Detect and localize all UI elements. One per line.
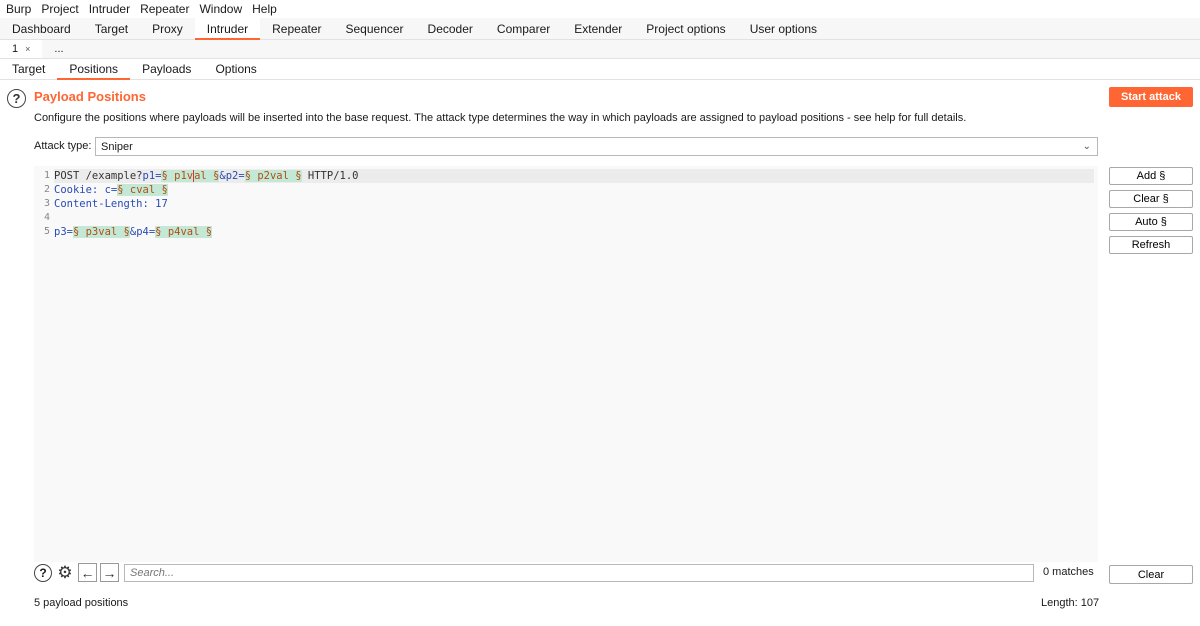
refresh-button[interactable]: Refresh bbox=[1109, 236, 1193, 254]
help-icon[interactable]: ? bbox=[7, 89, 26, 108]
header-name: Cookie: bbox=[54, 184, 105, 196]
menu-project[interactable]: Project bbox=[41, 2, 78, 16]
tab-decoder[interactable]: Decoder bbox=[416, 18, 485, 39]
menu-burp[interactable]: Burp bbox=[6, 2, 31, 16]
menu-window[interactable]: Window bbox=[199, 2, 242, 16]
payload-marker: § p4val § bbox=[155, 226, 213, 238]
attack-type-select[interactable]: Sniper ⌄ bbox=[95, 137, 1098, 156]
request-text[interactable]: POST /example?p1=§ p1val §&p2=§ p2val § … bbox=[54, 169, 1094, 239]
menu-help[interactable]: Help bbox=[252, 2, 277, 16]
request-line: p3=§ p3val §&p4=§ p4val § bbox=[54, 225, 1094, 239]
menu-bar: Burp Project Intruder Repeater Window He… bbox=[0, 0, 1200, 18]
line-number: 3 bbox=[43, 198, 50, 209]
param-name: p1= bbox=[142, 170, 162, 182]
request-method-path: POST /example? bbox=[54, 170, 143, 182]
clear-search-button[interactable]: Clear bbox=[1109, 565, 1193, 584]
request-line: Cookie: c=§ cval § bbox=[54, 183, 1094, 197]
attack-type-label: Attack type: bbox=[34, 140, 92, 152]
search-input[interactable] bbox=[124, 564, 1034, 582]
arrow-left-icon[interactable]: ← bbox=[78, 563, 97, 582]
request-line: POST /example?p1=§ p1val §&p2=§ p2val § … bbox=[54, 169, 1094, 183]
intruder-sub-tab-bar: Target Positions Payloads Options bbox=[0, 59, 1200, 80]
tab-target[interactable]: Target bbox=[83, 18, 140, 39]
tab-proxy[interactable]: Proxy bbox=[140, 18, 195, 39]
line-number: 4 bbox=[43, 212, 50, 223]
start-attack-button[interactable]: Start attack bbox=[1109, 87, 1193, 107]
help-icon[interactable]: ? bbox=[34, 564, 52, 582]
http-version: HTTP/1.0 bbox=[301, 170, 359, 182]
tab-dashboard[interactable]: Dashboard bbox=[0, 18, 83, 39]
attack-type-value: Sniper bbox=[101, 140, 133, 153]
attack-tab-bar: 1 × ... bbox=[0, 40, 1200, 59]
auto-markers-button[interactable]: Auto § bbox=[1109, 213, 1193, 231]
header-line: Content-Length: 17 bbox=[54, 198, 168, 210]
line-number: 5 bbox=[43, 226, 50, 237]
menu-intruder[interactable]: Intruder bbox=[89, 2, 130, 16]
add-marker-button[interactable]: Add § bbox=[1109, 167, 1193, 185]
main-tab-bar: Dashboard Target Proxy Intruder Repeater… bbox=[0, 18, 1200, 40]
payload-marker: § p2val § bbox=[244, 170, 302, 182]
tab-intruder[interactable]: Intruder bbox=[194, 18, 261, 40]
arrow-right-icon[interactable]: → bbox=[100, 563, 119, 582]
tab-sequencer[interactable]: Sequencer bbox=[334, 18, 416, 39]
tab-user-options[interactable]: User options bbox=[738, 18, 829, 39]
subtab-target[interactable]: Target bbox=[0, 59, 57, 79]
payload-marker: § p1v bbox=[161, 170, 194, 182]
attack-tab-label: 1 bbox=[12, 43, 19, 55]
chevron-down-icon: ⌄ bbox=[1082, 141, 1091, 152]
payload-positions-count: 5 payload positions bbox=[34, 597, 129, 609]
match-count: 0 matches bbox=[1043, 566, 1094, 578]
tab-extender[interactable]: Extender bbox=[562, 18, 634, 39]
param-name: c= bbox=[104, 184, 118, 196]
payload-marker: § cval § bbox=[117, 184, 168, 196]
gear-icon[interactable]: ⚙ bbox=[55, 563, 75, 583]
section-description: Configure the positions where payloads w… bbox=[34, 112, 967, 124]
tab-project-options[interactable]: Project options bbox=[634, 18, 737, 39]
line-number: 1 bbox=[43, 170, 50, 181]
tab-repeater[interactable]: Repeater bbox=[260, 18, 333, 39]
payload-marker: § p3val § bbox=[72, 226, 130, 238]
attack-tab-1[interactable]: 1 × bbox=[0, 40, 43, 58]
tab-comparer[interactable]: Comparer bbox=[485, 18, 562, 39]
new-attack-tab[interactable]: ... bbox=[42, 40, 75, 58]
clear-markers-button[interactable]: Clear § bbox=[1109, 190, 1193, 208]
subtab-positions[interactable]: Positions bbox=[57, 59, 130, 80]
payload-marker: al § bbox=[193, 170, 220, 182]
request-line: Content-Length: 17 bbox=[54, 197, 1094, 211]
line-number-gutter: 1 2 3 4 5 bbox=[34, 169, 50, 239]
param-name: &p4= bbox=[129, 226, 156, 238]
param-name: &p2= bbox=[219, 170, 245, 182]
menu-repeater[interactable]: Repeater bbox=[140, 2, 189, 16]
param-name: p3= bbox=[54, 226, 73, 238]
section-title: Payload Positions bbox=[34, 89, 146, 104]
request-editor[interactable]: 1 2 3 4 5 POST /example?p1=§ p1val §&p2=… bbox=[34, 166, 1098, 562]
subtab-payloads[interactable]: Payloads bbox=[130, 59, 203, 79]
request-length: Length: 107 bbox=[1041, 597, 1100, 609]
line-number: 2 bbox=[43, 184, 50, 195]
close-icon[interactable]: × bbox=[25, 44, 30, 54]
subtab-options[interactable]: Options bbox=[203, 59, 268, 79]
request-line-empty bbox=[54, 211, 1094, 225]
